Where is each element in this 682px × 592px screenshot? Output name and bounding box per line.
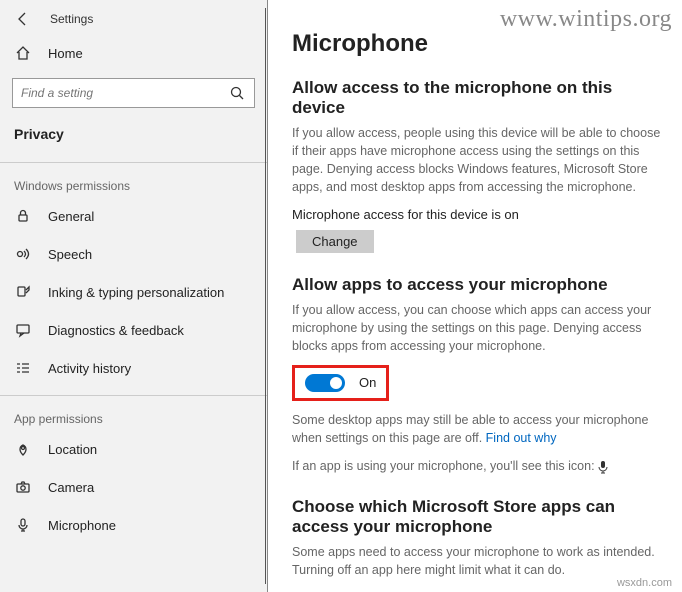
sidebar-item-speech[interactable]: Speech [0, 235, 267, 273]
toggle-label: On [359, 375, 376, 390]
heading-device-access: Allow access to the microphone on this d… [292, 78, 668, 118]
lock-icon [14, 207, 32, 225]
sidebar-item-label: Speech [48, 247, 92, 262]
desc-device-access: If you allow access, people using this d… [292, 124, 668, 197]
block-app-access: Allow apps to access your microphone If … [292, 275, 668, 476]
change-button[interactable]: Change [296, 230, 374, 253]
page-title: Microphone [292, 30, 668, 58]
divider [0, 395, 267, 396]
heading-app-access: Allow apps to access your microphone [292, 275, 668, 295]
home-label: Home [48, 46, 83, 61]
note-desktop-apps: Some desktop apps may still be able to a… [292, 411, 668, 447]
vertical-divider [265, 8, 266, 584]
speech-icon [14, 245, 32, 263]
footer-watermark: wsxdn.com [617, 577, 672, 589]
block-store-apps: Choose which Microsoft Store apps can ac… [292, 497, 668, 579]
home-icon [14, 44, 32, 62]
status-device-access: Microphone access for this device is on [292, 207, 668, 222]
sidebar-item-label: Microphone [48, 518, 116, 533]
window-title: Settings [50, 12, 93, 26]
back-button[interactable] [14, 10, 32, 28]
block-device-access: Allow access to the microphone on this d… [292, 78, 668, 253]
find-out-why-link[interactable]: Find out why [486, 431, 557, 445]
sidebar-item-label: Inking & typing personalization [48, 285, 224, 300]
sidebar: Settings Home Privacy Windows permission… [0, 0, 268, 592]
sidebar-item-inking[interactable]: Inking & typing personalization [0, 273, 267, 311]
sidebar-item-label: Diagnostics & feedback [48, 323, 184, 338]
sidebar-item-location[interactable]: Location [0, 430, 267, 468]
desc-store-apps: Some apps need to access your microphone… [292, 543, 668, 579]
toggle-knob [330, 377, 342, 389]
section-header-windows-permissions: Windows permissions [0, 171, 267, 197]
toggle-app-access[interactable] [305, 374, 345, 392]
watermark: www.wintips.org [500, 6, 672, 33]
activity-icon [14, 359, 32, 377]
sidebar-item-camera[interactable]: Camera [0, 468, 267, 506]
search-input[interactable] [21, 86, 228, 100]
location-icon [14, 440, 32, 458]
sidebar-item-label: General [48, 209, 94, 224]
active-section-privacy[interactable]: Privacy [0, 114, 267, 154]
main-content: Microphone Allow access to the microphon… [278, 0, 682, 592]
sidebar-item-label: Location [48, 442, 97, 457]
sidebar-item-activity[interactable]: Activity history [0, 349, 267, 387]
inking-icon [14, 283, 32, 301]
title-bar: Settings [0, 0, 267, 34]
search-icon [228, 84, 246, 102]
divider [0, 162, 267, 163]
camera-icon [14, 478, 32, 496]
sidebar-item-label: Camera [48, 480, 94, 495]
note-mic-in-use: If an app is using your microphone, you'… [292, 457, 668, 475]
desc-app-access: If you allow access, you can choose whic… [292, 301, 668, 355]
heading-store-apps: Choose which Microsoft Store apps can ac… [292, 497, 668, 537]
microphone-icon [14, 516, 32, 534]
search-box[interactable] [12, 78, 255, 108]
sidebar-item-label: Activity history [48, 361, 131, 376]
section-header-app-permissions: App permissions [0, 404, 267, 430]
home-nav[interactable]: Home [0, 34, 267, 72]
feedback-icon [14, 321, 32, 339]
microphone-status-icon [598, 460, 608, 474]
sidebar-item-diagnostics[interactable]: Diagnostics & feedback [0, 311, 267, 349]
sidebar-item-microphone[interactable]: Microphone [0, 506, 267, 544]
highlight-box: On [292, 365, 389, 401]
sidebar-item-general[interactable]: General [0, 197, 267, 235]
